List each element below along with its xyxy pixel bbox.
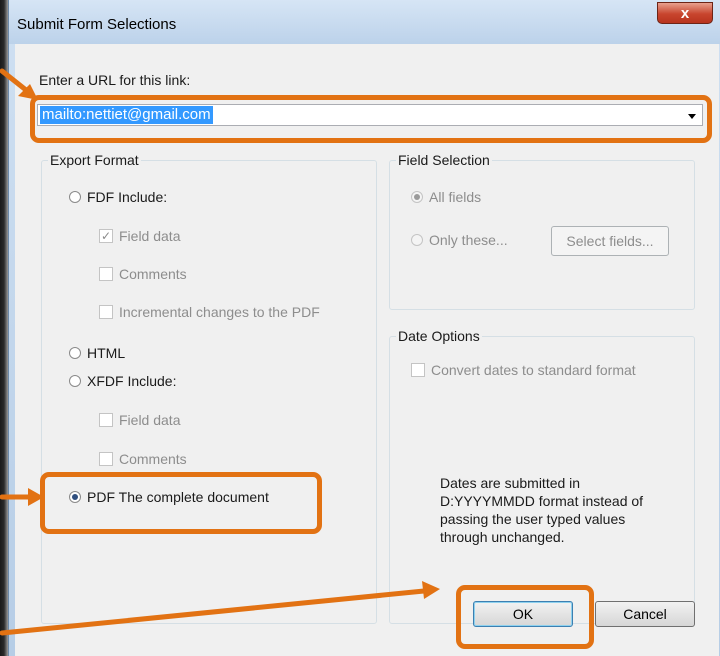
- ok-arrow-line: [0, 588, 427, 636]
- url-arrow-line: [0, 68, 29, 93]
- annotation-arrows: [0, 68, 440, 636]
- pdf-arrowhead-icon: [28, 488, 44, 506]
- ok-arrowhead-icon: [422, 581, 440, 599]
